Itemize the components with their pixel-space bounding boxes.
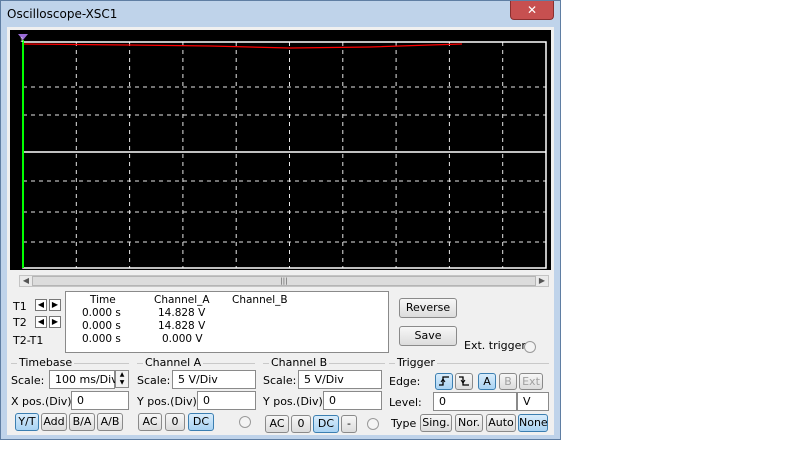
chevron-down-icon: ▼ <box>119 379 125 386</box>
channel-b-zero-button[interactable]: 0 <box>291 415 311 433</box>
timebase-scale-input[interactable]: 100 ms/Div <box>49 370 118 389</box>
client-area: 1 ◀ ||| ▶ T1 T2 T2-T1 ◀ ▶ ◀ ▶ Time Chann… <box>7 27 554 435</box>
save-button[interactable]: Save <box>399 326 457 346</box>
timebase-xpos-input[interactable]: 0 <box>71 391 129 410</box>
measurement-readout: Time Channel_A Channel_B 0.000 s 14.828 … <box>65 291 389 353</box>
channel-a-ac-button[interactable]: AC <box>138 413 162 431</box>
scope-display: 1 <box>10 30 551 270</box>
channel-b-terminal[interactable] <box>367 418 379 430</box>
mode-a-over-b-button[interactable]: A/B <box>97 413 123 431</box>
readout-header-time: Time <box>90 294 116 306</box>
mode-b-over-a-button[interactable]: B/A <box>69 413 95 431</box>
timebase-scale-spinner[interactable]: ▲ ▼ <box>115 370 129 388</box>
t2-left-button[interactable]: ◀ <box>35 316 47 328</box>
oscilloscope-window: Oscilloscope-XSC1 ✕ 1 ◀ ||| ▶ T1 T2 T2-T… <box>0 0 561 440</box>
arrow-right-icon: ▶ <box>51 317 59 326</box>
trigger-level-input[interactable]: 0 <box>433 392 517 411</box>
channel-a-scale-input[interactable]: 5 V/Div <box>172 370 256 389</box>
t1-label: T1 <box>13 300 27 313</box>
trigger-title: Trigger <box>395 356 437 369</box>
channel-b-title: Channel B <box>269 356 330 369</box>
scroll-right-icon[interactable]: ▶ <box>536 276 548 286</box>
channel-b-invert-button[interactable]: - <box>341 415 357 433</box>
ext-trigger-terminal[interactable] <box>524 341 536 353</box>
readout-row2-channel-a: 14.828 V <box>158 320 206 332</box>
trigger-source-a-button[interactable]: A <box>478 373 496 390</box>
mode-add-button[interactable]: Add <box>41 413 67 431</box>
channel-b-ypos-input[interactable]: 0 <box>323 391 382 410</box>
trigger-edge-label: Edge: <box>389 375 421 388</box>
reverse-button[interactable]: Reverse <box>399 298 457 318</box>
trigger-none-button[interactable]: None <box>518 414 548 432</box>
channel-a-terminal[interactable] <box>239 416 251 428</box>
ext-trigger-label: Ext. trigger <box>464 339 526 352</box>
scroll-grip-icon: ||| <box>280 277 288 285</box>
timebase-xpos-label: X pos.(Div): <box>11 395 76 408</box>
trigger-normal-button[interactable]: Nor. <box>455 414 483 432</box>
channel-b-ypos-label: Y pos.(Div): <box>263 395 327 408</box>
readout-row1-channel-a: 14.828 V <box>158 307 206 319</box>
channel-a-title: Channel A <box>143 356 204 369</box>
readout-row1-time: 0.000 s <box>82 307 121 319</box>
chevron-up-icon: ▲ <box>119 371 125 378</box>
falling-edge-button[interactable] <box>455 373 473 390</box>
channel-a-ypos-input[interactable]: 0 <box>197 391 256 410</box>
readout-row2-time: 0.000 s <box>82 320 121 332</box>
falling-edge-icon <box>459 376 469 386</box>
channel-a-zero-button[interactable]: 0 <box>165 413 185 431</box>
channel-b-scale-label: Scale: <box>263 374 297 387</box>
channel-a-dc-button[interactable]: DC <box>188 413 214 431</box>
channel-b-ac-button[interactable]: AC <box>265 415 289 433</box>
title-bar[interactable]: Oscilloscope-XSC1 ✕ <box>1 1 560 27</box>
timebase-title: Timebase <box>17 356 75 369</box>
rising-edge-icon <box>439 376 449 386</box>
channel-b-dc-button[interactable]: DC <box>313 415 339 433</box>
arrow-right-icon: ▶ <box>51 300 59 309</box>
channel-a-ypos-label: Y pos.(Div): <box>137 395 201 408</box>
window-title: Oscilloscope-XSC1 <box>7 7 118 21</box>
timebase-scale-label: Scale: <box>11 374 45 387</box>
close-button[interactable]: ✕ <box>510 1 554 20</box>
channel-b-scale-input[interactable]: 5 V/Div <box>298 370 382 389</box>
horizontal-scrollbar[interactable]: ◀ ||| ▶ <box>19 275 549 287</box>
trigger-auto-button[interactable]: Auto <box>486 414 516 432</box>
arrow-left-icon: ◀ <box>37 300 45 309</box>
t2-right-button[interactable]: ▶ <box>49 316 61 328</box>
readout-header-channel-b: Channel_B <box>232 294 288 306</box>
readout-row3-time: 0.000 s <box>82 333 121 345</box>
readout-header-channel-a: Channel_A <box>154 294 210 306</box>
trigger-level-unit: V <box>517 392 549 411</box>
t2-t1-label: T2-T1 <box>13 334 44 347</box>
trigger-single-button[interactable]: Sing. <box>420 414 452 432</box>
scope-grid: 1 <box>18 34 547 269</box>
channel-a-scale-label: Scale: <box>137 374 171 387</box>
t2-label: T2 <box>13 316 27 329</box>
trigger-type-label: Type <box>391 417 417 430</box>
t1-right-button[interactable]: ▶ <box>49 299 61 311</box>
mode-yt-button[interactable]: Y/T <box>15 413 39 431</box>
t1-left-button[interactable]: ◀ <box>35 299 47 311</box>
readout-row3-channel-a: 0.000 V <box>162 333 203 345</box>
rising-edge-button[interactable] <box>435 373 453 390</box>
trigger-level-label: Level: <box>389 396 422 409</box>
trigger-source-ext-button[interactable]: Ext <box>519 373 543 390</box>
trigger-source-b-button[interactable]: B <box>499 373 517 390</box>
svg-text:1: 1 <box>20 37 24 44</box>
scroll-thumb[interactable]: ||| <box>32 276 536 286</box>
arrow-left-icon: ◀ <box>37 317 45 326</box>
scroll-left-icon[interactable]: ◀ <box>20 276 32 286</box>
